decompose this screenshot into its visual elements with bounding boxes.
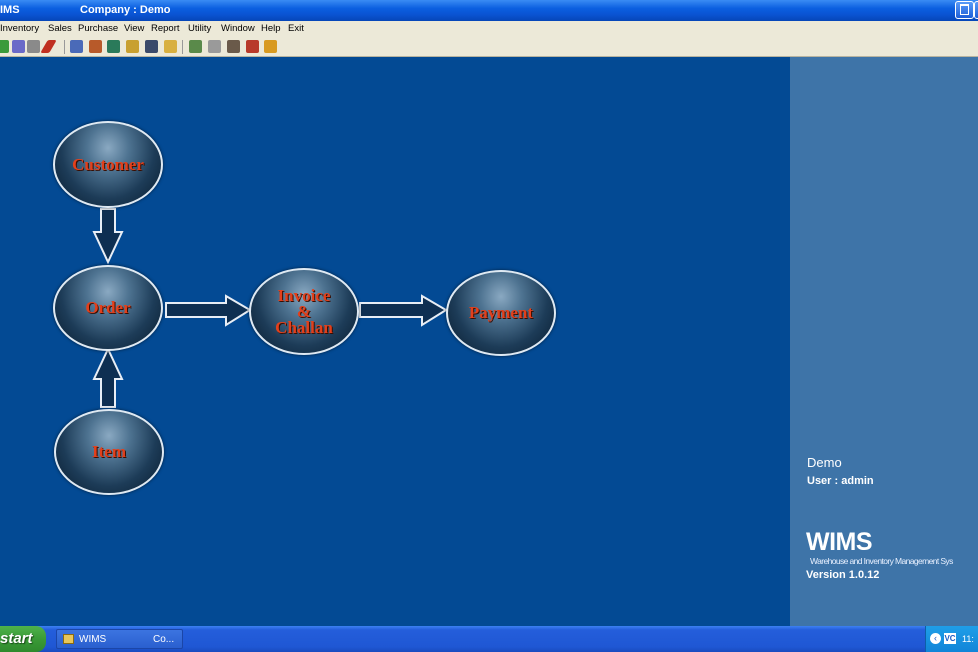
menu-bar: Inventory Sales Purchase View Report Uti… — [0, 21, 978, 37]
menu-exit[interactable]: Exit — [288, 23, 304, 34]
order-node[interactable]: Order — [53, 265, 163, 351]
arrow-customer-order — [92, 208, 124, 265]
arrow-item-order — [92, 346, 124, 408]
truck-icon[interactable] — [246, 40, 259, 53]
invoice-challan-label: Invoice & Challan — [251, 287, 357, 337]
invoice-challan-node[interactable]: Invoice & Challan — [249, 268, 359, 355]
item-node[interactable]: Item — [54, 409, 164, 495]
tray-expand-icon[interactable]: ‹ — [930, 633, 941, 644]
start-button[interactable]: start — [0, 626, 46, 652]
menu-view[interactable]: View — [124, 23, 144, 34]
item-label: Item — [92, 442, 126, 461]
calculator-icon[interactable] — [27, 40, 40, 53]
pen-icon[interactable] — [40, 40, 57, 53]
app-title: IMS — [0, 4, 20, 16]
maximize-icon — [960, 4, 969, 15]
order-label: Order — [85, 298, 131, 317]
menu-window[interactable]: Window — [221, 23, 255, 34]
document-icon[interactable] — [164, 40, 177, 53]
menu-sales[interactable]: Sales — [48, 23, 72, 34]
arrow-order-invoice — [165, 294, 252, 327]
user-info: User : admin — [807, 475, 874, 487]
customer-node[interactable]: Customer — [53, 121, 163, 208]
cart-icon[interactable] — [12, 40, 25, 53]
payment-label: Payment — [468, 303, 534, 322]
list-icon[interactable] — [70, 40, 83, 53]
toolbar-separator — [182, 40, 183, 54]
version-label: Version 1.0.12 — [806, 569, 880, 581]
tray-app-icon[interactable]: VC — [944, 633, 956, 644]
title-bar: IMS Company : Demo — [0, 0, 978, 21]
info-panel: Demo User : admin WIMS Warehouse and Inv… — [790, 57, 978, 626]
box-icon[interactable] — [145, 40, 158, 53]
chart-icon[interactable] — [126, 40, 139, 53]
bird-icon[interactable] — [107, 40, 120, 53]
taskbar-app-label-2: Co... — [153, 634, 175, 645]
payment-node[interactable]: Payment — [446, 270, 556, 356]
user-icon[interactable] — [0, 40, 9, 53]
customer-label: Customer — [72, 154, 144, 174]
toolbar — [0, 37, 978, 57]
menu-purchase[interactable]: Purchase — [78, 23, 118, 34]
menu-report[interactable]: Report — [151, 23, 180, 34]
menu-inventory[interactable]: Inventory — [0, 23, 39, 34]
menu-help[interactable]: Help — [261, 23, 281, 34]
app-icon — [63, 634, 74, 644]
company-name: Demo — [807, 455, 842, 470]
taskbar-app-label: WIMS — [79, 634, 107, 645]
taskbar: start WIMS Co... ‹ VC 11: — [0, 626, 978, 652]
toolbar-separator — [64, 40, 65, 54]
menu-utility[interactable]: Utility — [188, 23, 211, 34]
system-tray: ‹ VC 11: — [925, 626, 978, 652]
taskbar-wims-button[interactable]: WIMS Co... — [56, 629, 183, 649]
start-label: start — [0, 630, 33, 647]
maximize-button[interactable] — [955, 1, 974, 19]
company-title: Company : Demo — [80, 4, 171, 16]
arrow-invoice-payment — [359, 294, 448, 327]
clock: 11: — [962, 634, 974, 644]
close-button[interactable] — [974, 1, 978, 19]
challan-label: Challan — [275, 317, 333, 337]
clipboard-icon[interactable] — [208, 40, 221, 53]
package-icon[interactable] — [264, 40, 277, 53]
table-icon[interactable] — [89, 40, 102, 53]
product-fullname: Warehouse and Inventory Management Sys — [810, 556, 953, 566]
building-icon[interactable] — [227, 40, 240, 53]
grid-icon[interactable] — [189, 40, 202, 53]
product-logo: WIMS — [806, 528, 873, 556]
